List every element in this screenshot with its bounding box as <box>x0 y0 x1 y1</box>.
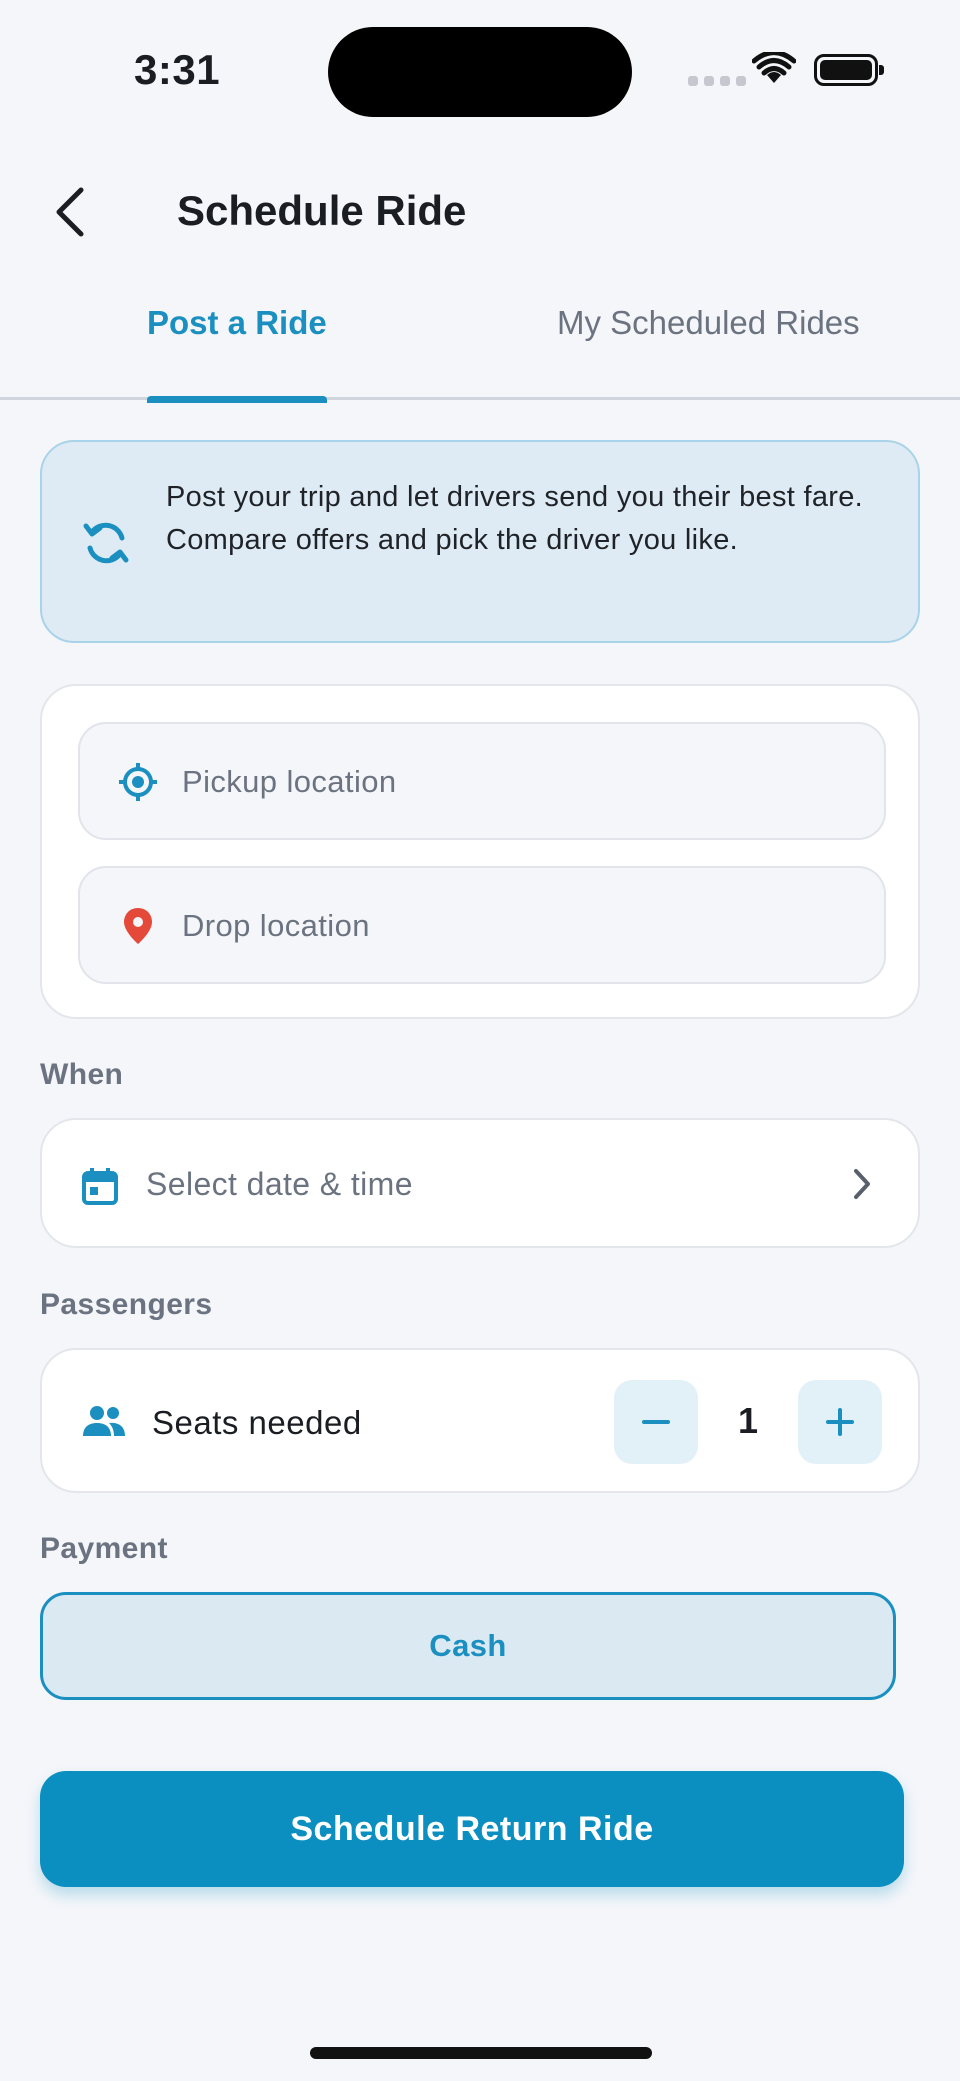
seats-needed-label: Seats needed <box>152 1404 362 1441</box>
passengers-row: Seats needed 1 <box>40 1348 920 1493</box>
schedule-ride-screen: 3:31 Schedule Ride Post a Ride My Schedu… <box>0 0 960 2081</box>
payment-option-cash[interactable]: Cash <box>40 1592 896 1700</box>
map-pin-icon <box>124 908 152 944</box>
active-tab-indicator <box>147 396 327 403</box>
tab-bar: Post a Ride My Scheduled Rides <box>0 288 960 403</box>
chevron-left-icon <box>56 187 84 237</box>
plus-icon <box>826 1408 854 1436</box>
pickup-location-field[interactable] <box>78 722 886 840</box>
increment-seats-button[interactable] <box>798 1380 882 1464</box>
sync-icon <box>83 522 129 564</box>
people-icon <box>83 1406 125 1436</box>
chevron-right-icon <box>854 1169 870 1199</box>
dynamic-island <box>328 27 632 117</box>
date-time-selector[interactable]: Select date & time <box>40 1118 920 1248</box>
tab-my-scheduled-rides[interactable]: My Scheduled Rides <box>557 288 860 400</box>
tab-post-a-ride[interactable]: Post a Ride <box>147 288 327 403</box>
passengers-section-label: Passengers <box>40 1288 213 1321</box>
locations-card <box>40 684 920 1019</box>
header: Schedule Ride Post a Ride My Scheduled R… <box>0 150 960 403</box>
info-banner: Post your trip and let drivers send you … <box>40 440 920 643</box>
schedule-return-ride-button[interactable]: Schedule Return Ride <box>40 1771 904 1887</box>
gps-target-icon <box>119 763 157 801</box>
cellular-signal-icon <box>688 76 746 86</box>
when-section-label: When <box>40 1058 124 1091</box>
seat-count: 1 <box>737 1400 759 1441</box>
payment-section-label: Payment <box>40 1532 168 1565</box>
tab-label: My Scheduled Rides <box>557 304 860 341</box>
tab-label: Post a Ride <box>147 304 327 341</box>
minus-icon <box>642 1420 670 1424</box>
calendar-icon <box>82 1168 118 1205</box>
wifi-icon <box>751 50 797 91</box>
date-time-placeholder: Select date & time <box>146 1166 413 1202</box>
drop-location-input[interactable] <box>182 898 862 954</box>
pickup-location-input[interactable] <box>182 754 862 810</box>
drop-location-field[interactable] <box>78 866 886 984</box>
info-banner-text: Post your trip and let drivers send you … <box>166 481 864 556</box>
home-indicator <box>310 2047 652 2059</box>
status-time: 3:31 <box>134 46 221 93</box>
back-button[interactable] <box>40 180 100 244</box>
status-bar: 3:31 <box>0 0 960 150</box>
decrement-seats-button[interactable] <box>614 1380 698 1464</box>
page-title: Schedule Ride <box>177 187 467 234</box>
battery-icon <box>814 54 884 86</box>
